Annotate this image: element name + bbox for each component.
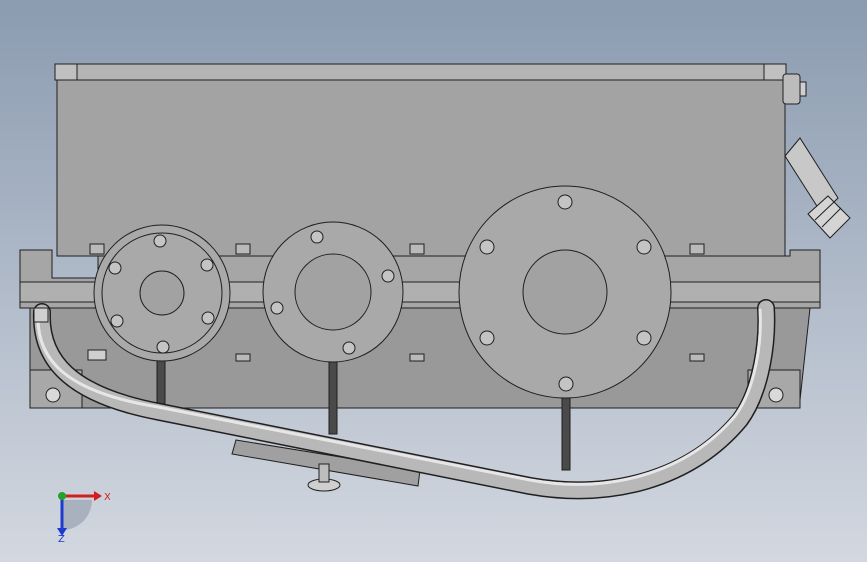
bolt-head	[110, 314, 124, 328]
bolt	[89, 243, 105, 255]
bolt	[235, 243, 251, 255]
rib-right	[561, 397, 571, 471]
gearbox-model-view[interactable]	[0, 0, 867, 562]
cad-viewport[interactable]: X Z	[0, 0, 867, 562]
axis-x-label: X	[104, 492, 110, 503]
axis-x-arrow	[94, 491, 102, 501]
bolt-head	[270, 301, 284, 315]
drain-plug-stem	[318, 463, 330, 483]
pipe-fitting-left	[33, 307, 49, 323]
pipe-fitting-small	[87, 349, 107, 361]
cover-left-cap	[54, 63, 78, 81]
bolt	[409, 353, 425, 362]
vent-plug	[782, 73, 801, 105]
bolt	[689, 353, 705, 362]
oil-breather[interactable]	[782, 73, 851, 239]
bolt-head	[636, 239, 652, 255]
axis-y-dot	[58, 492, 66, 500]
bolt-head	[342, 341, 356, 355]
bearing-cover-input-bore	[139, 270, 185, 316]
bolt-head	[558, 376, 574, 392]
vent-plug-cap	[799, 81, 807, 97]
rib-left	[156, 359, 166, 406]
bolt-head	[557, 194, 573, 210]
bolt	[409, 243, 425, 255]
foot-hole-right	[768, 387, 784, 403]
bolt-head	[156, 340, 170, 354]
bolt-head	[479, 330, 495, 346]
bolt-head	[153, 234, 167, 248]
bearing-cover-output-bore	[522, 249, 608, 335]
rib-middle	[328, 361, 338, 435]
coordinate-triad: X Z	[57, 491, 110, 543]
axis-z-label: Z	[58, 534, 65, 543]
bolt-head	[636, 330, 652, 346]
foot-hole-left	[45, 387, 61, 403]
bolt-head	[201, 311, 215, 325]
bolt-head	[310, 230, 324, 244]
cover-top-rim	[54, 63, 786, 81]
bearing-cover-input[interactable]	[93, 224, 231, 362]
bearing-cover-intermediate-bore	[294, 253, 372, 331]
bolt-head	[108, 261, 122, 275]
bolt	[235, 353, 251, 362]
bearing-cover-output[interactable]	[458, 185, 672, 399]
bearing-cover-intermediate[interactable]	[262, 221, 404, 363]
bolt-head	[479, 239, 495, 255]
bolt	[689, 243, 705, 255]
triad-shadow	[62, 500, 92, 530]
bolt-head	[381, 269, 395, 283]
bolt-head	[200, 258, 214, 272]
